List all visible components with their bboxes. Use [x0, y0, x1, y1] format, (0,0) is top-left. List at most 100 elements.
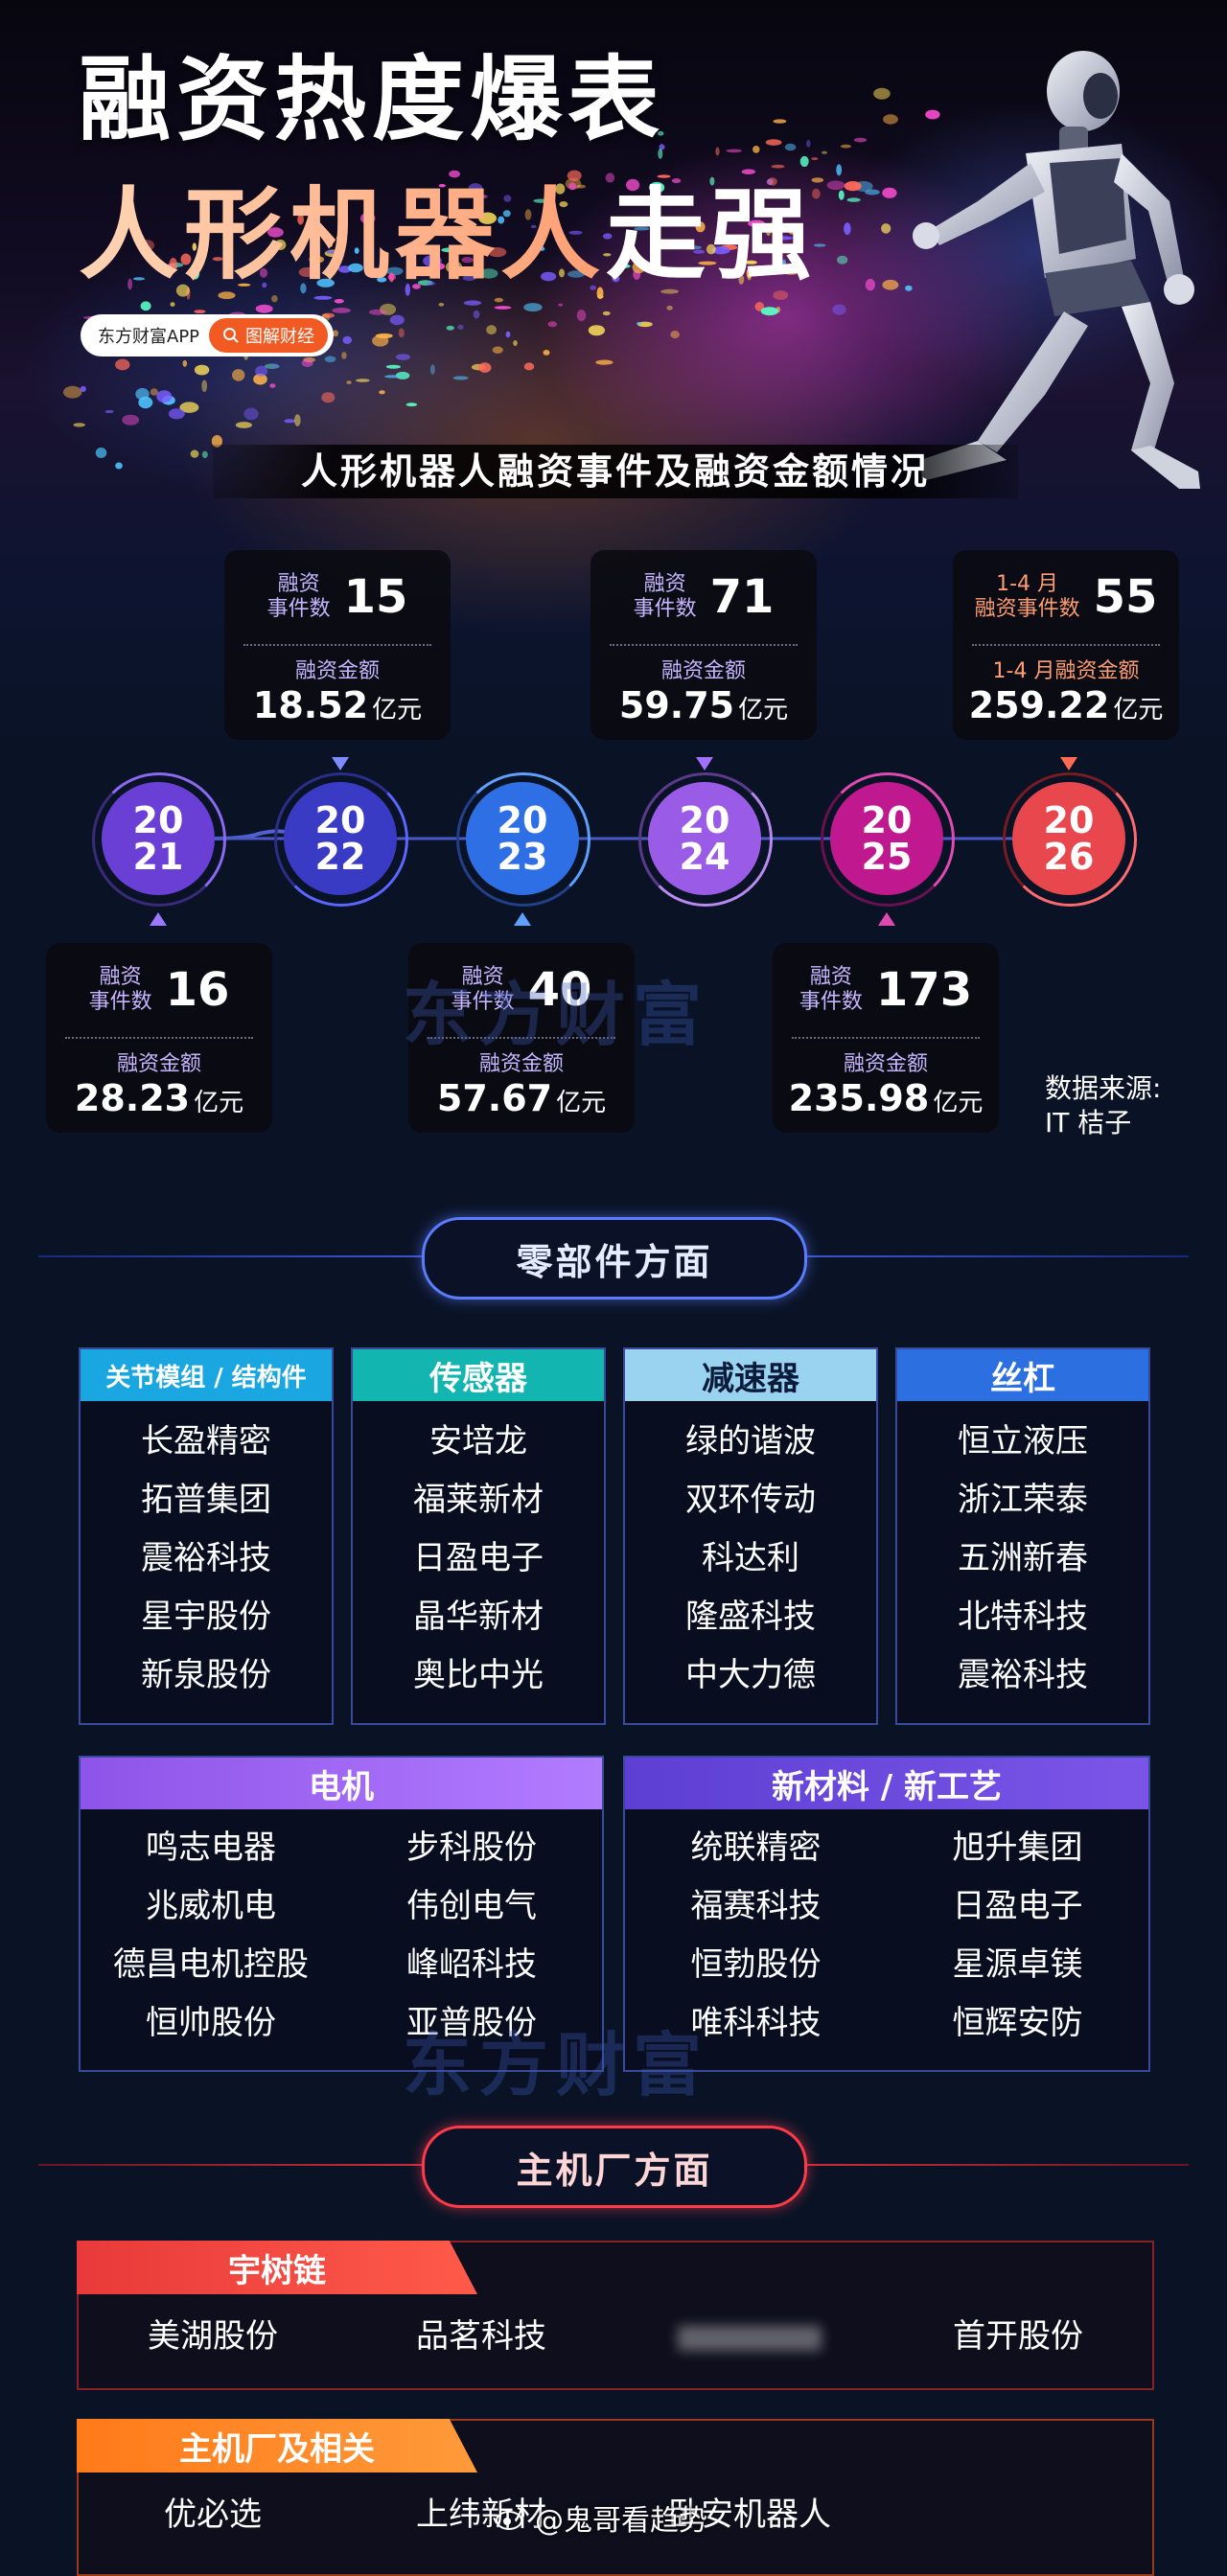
main-title-line2: 人形机器人走强	[79, 153, 817, 298]
category-sensor: 传感器 安培龙 福莱新材 日盈电子 晶华新材 奥比中光	[351, 1347, 606, 1725]
category-header: 减速器	[625, 1349, 876, 1401]
company-name: 星宇股份	[141, 1598, 271, 1636]
amount-unit: 亿元	[933, 1089, 984, 1117]
company-name: 首开股份	[953, 2317, 1083, 2356]
company-name: 中大力德	[685, 1656, 816, 1694]
oem-group-unitree: 宇树链 美湖股份 品茗科技 首开股份	[77, 2241, 1154, 2390]
company-name: 恒立液压	[958, 1422, 1088, 1460]
source-label: 数据来源:	[1045, 1072, 1162, 1104]
company-name: 峰岹科技	[406, 1945, 537, 1984]
amount-label: 1-4 月融资金额	[992, 659, 1140, 683]
watermark: 东方财富	[403, 2025, 710, 2105]
events-count: 55	[1093, 570, 1158, 624]
tag-label: 图解财经	[245, 327, 315, 347]
watermark: 东方财富	[403, 975, 710, 1055]
company-name: 旭升集团	[952, 1828, 1083, 1867]
category-lead-screw: 丝杠 恒立液压 浙江荣泰 五洲新春 北特科技 震裕科技	[895, 1347, 1150, 1725]
company-name: 晶华新材	[413, 1598, 544, 1636]
amount-unit: 亿元	[738, 696, 789, 724]
events-label: 融资	[99, 965, 142, 989]
oem-group-header: 主机厂及相关	[77, 2419, 477, 2472]
company-name: 恒辉安防	[952, 2004, 1083, 2042]
pointer-2021	[150, 912, 167, 926]
main-title-end: 走强	[606, 176, 818, 293]
events-count: 15	[343, 570, 408, 624]
oem-section-header: 主机厂方面	[0, 2122, 1227, 2208]
components-section-header: 零部件方面	[0, 1213, 1227, 1300]
tag-pill: 图解财经	[209, 318, 329, 353]
company-name: 日盈电子	[413, 1539, 544, 1577]
company-name: 统联精密	[690, 1828, 822, 1867]
category-header: 关节模组 / 结构件	[81, 1349, 332, 1401]
pointer-2023	[514, 912, 531, 926]
category-header: 电机	[81, 1758, 602, 1809]
events-label: 1-4 月	[996, 572, 1059, 596]
company-name: 恒帅股份	[146, 2004, 276, 2042]
year-2021: 20 21	[92, 772, 226, 907]
company-name: 鸣志电器	[146, 1828, 276, 1867]
source-badge: 东方财富APP 图解财经	[81, 314, 335, 356]
category-header: 新材料 / 新工艺	[625, 1758, 1148, 1809]
year-2023: 20 23	[456, 772, 590, 907]
amount-value: 59.75	[618, 684, 735, 726]
events-count: 16	[165, 963, 230, 1017]
amount-unit: 亿元	[1113, 696, 1164, 724]
year-2022: 20 22	[274, 772, 408, 907]
section-subtitle: 人形机器人融资事件及融资金额情况	[213, 445, 1018, 498]
weibo-handle: @鬼哥看趋势	[535, 2504, 707, 2538]
company-name: 星源卓镁	[952, 1945, 1083, 1984]
company-name: 优必选	[164, 2496, 262, 2534]
company-name: 双环传动	[685, 1481, 816, 1519]
weibo-icon	[496, 2507, 525, 2530]
company-name: 北特科技	[958, 1598, 1088, 1636]
year-2025: 20 25	[821, 772, 955, 907]
category-header: 丝杠	[897, 1349, 1148, 1401]
amount-value: 18.52	[252, 684, 369, 726]
amount-unit: 亿元	[556, 1089, 607, 1117]
company-name: 五洲新春	[958, 1539, 1088, 1577]
amount-label: 融资金额	[294, 659, 380, 683]
company-name: 隆盛科技	[685, 1598, 816, 1636]
events-label-2: 事件数	[266, 597, 331, 621]
company-name: 长盈精密	[141, 1422, 271, 1460]
pointer-2024	[696, 757, 713, 770]
company-name: 安培龙	[429, 1422, 527, 1460]
company-name: 浙江荣泰	[958, 1481, 1088, 1519]
amount-value: 28.23	[74, 1077, 191, 1119]
company-name: 奥比中光	[413, 1656, 544, 1694]
company-name: 美湖股份	[148, 2317, 278, 2356]
category-joint-module: 关节模组 / 结构件 长盈精密 拓普集团 震裕科技 星宇股份 新泉股份	[79, 1347, 334, 1725]
stat-card-2024: 融资 事件数 71 融资金额 59.75 亿元	[590, 550, 817, 740]
company-name: 震裕科技	[958, 1656, 1088, 1694]
company-name: 福赛科技	[690, 1887, 822, 1925]
category-header: 传感器	[353, 1349, 604, 1401]
amount-unit: 亿元	[372, 696, 423, 724]
category-reducer: 减速器 绿的谐波 双环传动 科达利 隆盛科技 中大力德	[623, 1347, 878, 1725]
company-name: 品茗科技	[416, 2317, 546, 2356]
company-name: 日盈电子	[952, 1887, 1083, 1925]
redacted-company	[615, 2308, 884, 2365]
search-icon	[223, 328, 239, 343]
stat-card-2022: 融资 事件数 15 融资金额 18.52 亿元	[224, 550, 451, 740]
company-name: 震裕科技	[141, 1539, 271, 1577]
amount-value: 235.98	[788, 1077, 930, 1119]
events-label-2: 事件数	[799, 990, 863, 1014]
amount-label: 融资金额	[116, 1052, 201, 1076]
events-label-2: 事件数	[633, 597, 697, 621]
stat-card-2026: 1-4 月融资事件数 55 1-4 月融资金额 259.22 亿元	[953, 550, 1179, 740]
amount-label: 融资金额	[660, 659, 746, 683]
main-title-line1: 融资热度爆表	[79, 46, 665, 153]
company-name: 恒勃股份	[690, 1945, 822, 1984]
pointer-2022	[332, 757, 349, 770]
oem-group-header: 宇树链	[77, 2241, 477, 2294]
year-timeline: 20 21 20 22 20 23 20 24 20 25 20 26	[0, 771, 1227, 907]
company-name: 绿的谐波	[685, 1422, 816, 1460]
pointer-2025	[878, 912, 895, 926]
events-label: 融资	[809, 965, 852, 989]
amount-label: 融资金额	[843, 1052, 928, 1076]
components-title: 零部件方面	[422, 1217, 807, 1300]
weibo-credit: @鬼哥看趋势	[495, 2496, 707, 2539]
amount-value: 57.67	[436, 1077, 553, 1119]
company-name: 福莱新材	[413, 1481, 544, 1519]
pointer-2026	[1060, 757, 1077, 770]
